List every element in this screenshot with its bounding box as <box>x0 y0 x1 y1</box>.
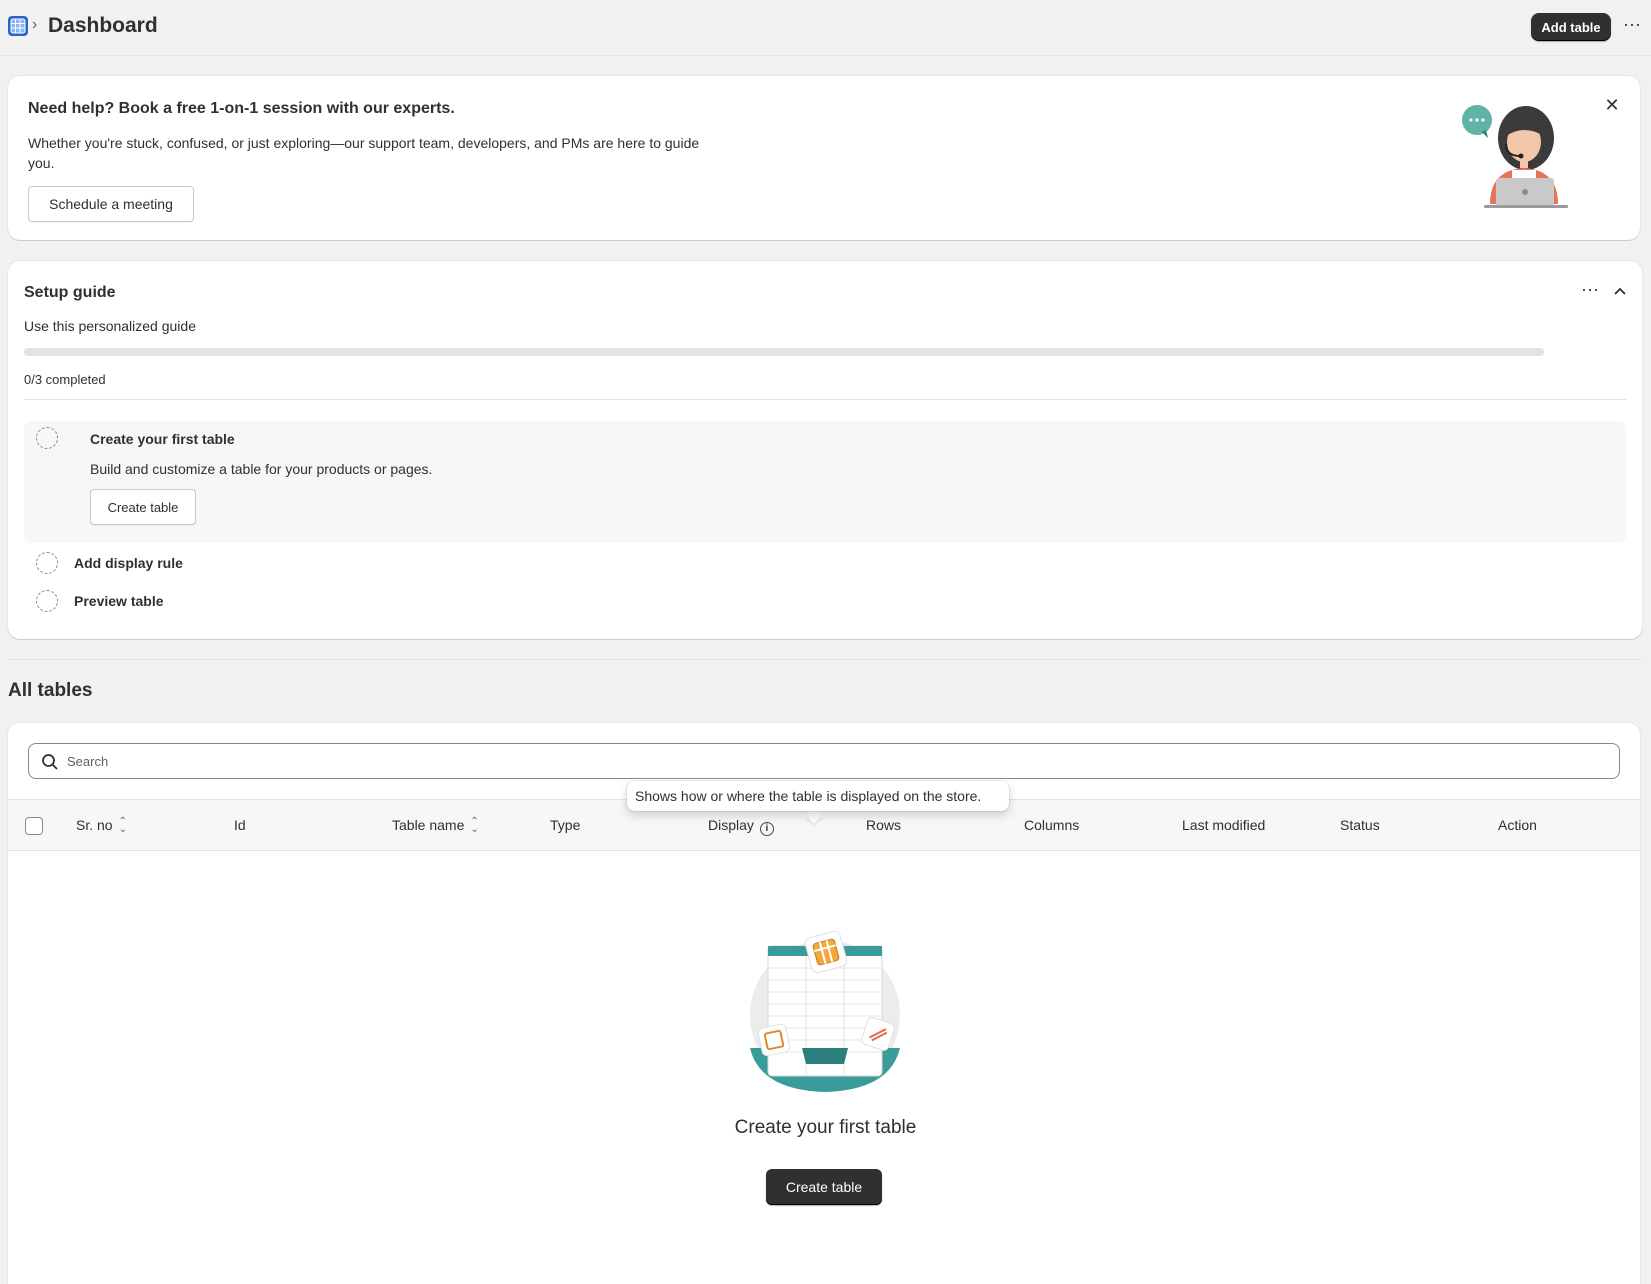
setup-progress-bar <box>24 348 1544 356</box>
column-header-table-name[interactable]: Table name ⌃ ⌄ <box>392 817 479 835</box>
setup-guide-subtitle: Use this personalized guide <box>24 318 196 334</box>
incomplete-step-icon[interactable] <box>36 590 58 612</box>
setup-step-create-table[interactable]: Create your first table Build and custom… <box>24 421 1626 543</box>
sort-icon[interactable]: ⌃ ⌄ <box>470 817 478 835</box>
column-header-label: Table name <box>392 817 465 833</box>
sort-icon[interactable]: ⌃ ⌄ <box>119 817 127 835</box>
setup-guide-card: Setup guide ··· Use this personalized gu… <box>8 261 1642 639</box>
info-icon[interactable]: i <box>759 822 774 836</box>
divider <box>24 399 1626 400</box>
column-header-rows: Rows <box>866 817 902 833</box>
step-description: Build and customize a table for your pro… <box>90 461 433 477</box>
empty-state-illustration <box>740 930 910 1095</box>
table-grid-icon[interactable] <box>8 16 28 36</box>
close-icon[interactable]: ✕ <box>1600 93 1624 117</box>
schedule-meeting-button[interactable]: Schedule a meeting <box>28 186 194 222</box>
search-input[interactable] <box>67 745 1607 777</box>
create-table-button[interactable]: Create table <box>766 1169 882 1205</box>
add-table-button[interactable]: Add table <box>1531 13 1611 41</box>
column-header-last-modified: Last modified <box>1182 817 1266 833</box>
display-tooltip: Shows how or where the table is displaye… <box>627 781 1009 811</box>
step-title: Create your first table <box>90 431 235 447</box>
help-banner-card: Need help? Book a free 1-on-1 session wi… <box>8 76 1640 240</box>
incomplete-step-icon[interactable] <box>36 552 58 574</box>
search-field[interactable] <box>28 743 1620 779</box>
column-header-action: Action <box>1498 817 1537 833</box>
column-header-columns: Columns <box>1024 817 1080 833</box>
help-banner-text: Whether you're stuck, confused, or just … <box>28 135 700 171</box>
setup-step-preview-table[interactable]: Preview table <box>74 593 164 609</box>
setup-step-add-display-rule[interactable]: Add display rule <box>74 555 183 571</box>
column-header-display: Display i <box>708 817 774 836</box>
search-icon <box>42 754 58 770</box>
incomplete-step-icon[interactable] <box>36 427 58 449</box>
help-banner-title: Need help? Book a free 1-on-1 session wi… <box>28 100 455 117</box>
column-header-label: Sr. no <box>76 817 113 833</box>
column-header-sr-no[interactable]: Sr. no ⌃ ⌄ <box>76 817 127 835</box>
chevron-right-icon: › <box>32 16 38 33</box>
more-actions-icon[interactable]: ··· <box>1620 14 1644 38</box>
top-bar: › Dashboard Add table ··· <box>0 0 1651 56</box>
setup-progress-text: 0/3 completed <box>24 372 106 387</box>
create-table-step-button[interactable]: Create table <box>90 489 196 525</box>
column-header-type: Type <box>550 817 581 833</box>
empty-state-title: Create your first table <box>734 1117 917 1138</box>
divider <box>8 659 1642 660</box>
more-actions-icon[interactable]: ··· <box>1578 279 1602 303</box>
select-all-checkbox[interactable] <box>25 817 43 835</box>
support-agent-illustration <box>1458 98 1578 210</box>
all-tables-title: All tables <box>8 680 93 701</box>
chevron-up-icon[interactable] <box>1608 279 1632 303</box>
column-header-label: Display <box>708 817 754 833</box>
column-header-id: Id <box>234 817 246 833</box>
column-header-status: Status <box>1340 817 1380 833</box>
setup-guide-title: Setup guide <box>24 284 116 301</box>
page-title: Dashboard <box>48 14 158 37</box>
